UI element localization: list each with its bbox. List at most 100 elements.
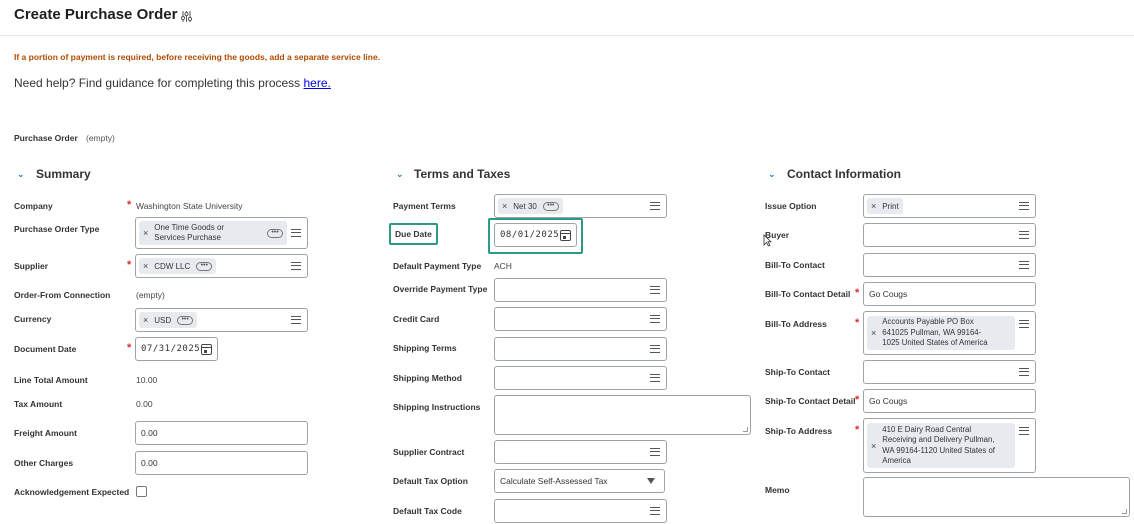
list-icon[interactable] [1019,320,1029,328]
default-payment-type-label: Default Payment Type [393,261,482,271]
more-options-icon[interactable]: ••• [196,261,213,271]
issue-option-pill: × Print [867,198,903,214]
bill-to-address-label: Bill-To Address [765,319,827,329]
list-icon[interactable] [291,229,301,237]
list-icon[interactable] [1019,368,1029,376]
required-marker: * [855,317,860,329]
list-icon[interactable] [650,286,660,294]
credit-card-field[interactable] [494,307,667,331]
required-marker: * [127,199,132,211]
help-link[interactable]: here. [304,76,331,90]
override-payment-type-field[interactable] [494,278,667,302]
dropdown-caret-icon[interactable] [647,478,655,484]
other-charges-input[interactable]: 0.00 [135,451,308,475]
supplier-contract-field[interactable] [494,440,667,464]
shipping-terms-field[interactable] [494,337,667,361]
mouse-cursor-icon [763,234,772,247]
po-type-label: Purchase Order Type [14,224,100,234]
po-type-field[interactable]: × One Time Goods or Services Purchase ••• [135,217,308,249]
issue-option-field[interactable]: × Print [863,194,1036,218]
ack-label: Acknowledgement Expected [14,487,130,497]
calendar-icon[interactable] [560,230,571,241]
ship-to-address-line1: 410 E Dairy Road Central [882,424,972,434]
document-date-value: 07/31/2025 [141,344,201,354]
bill-to-address-line3: 1025 United States of America [882,338,988,348]
remove-icon[interactable]: × [871,201,876,211]
po-type-line1: One Time Goods or [154,223,225,232]
payment-terms-value: Net 30 [513,201,537,211]
remove-icon[interactable]: × [871,328,876,338]
required-marker: * [855,287,860,299]
remove-icon[interactable]: × [871,441,876,451]
help-label: Need help? Find guidance for completing … [14,76,304,90]
supplier-value: CDW LLC [154,261,191,271]
header-divider [0,35,1134,36]
required-marker: * [855,394,860,406]
required-marker: * [127,259,132,271]
ship-to-contact-detail-input[interactable]: Go Cougs [863,389,1036,413]
freight-value: 0.00 [141,428,158,438]
supplier-label: Supplier [14,261,49,271]
due-date-field[interactable]: 08/01/2025 [494,223,577,247]
tax-amount-label: Tax Amount [14,399,63,409]
list-icon[interactable] [291,316,301,324]
list-icon[interactable] [650,345,660,353]
required-marker: * [127,342,132,354]
more-options-icon[interactable]: ••• [267,228,283,238]
default-tax-option-select[interactable]: Calculate Self-Assessed Tax [494,469,665,493]
summary-collapse-icon[interactable]: ⌄ [17,169,25,180]
remove-icon[interactable]: × [143,315,148,325]
resize-handle[interactable] [1122,509,1127,514]
list-icon[interactable] [1019,261,1029,269]
list-icon[interactable] [650,507,660,515]
shipping-instructions-textarea[interactable] [494,395,751,435]
list-icon[interactable] [291,262,301,270]
list-icon[interactable] [650,315,660,323]
buyer-field[interactable] [863,223,1036,247]
default-tax-code-field[interactable] [494,499,667,523]
payment-terms-label: Payment Terms [393,201,456,211]
memo-textarea[interactable] [863,477,1130,517]
list-icon[interactable] [650,202,660,210]
list-icon[interactable] [1019,231,1029,239]
list-icon[interactable] [1019,202,1029,210]
memo-label: Memo [765,485,790,495]
bill-to-address-field[interactable]: × Accounts Payable PO Box 641025 Pullman,… [863,311,1036,355]
default-tax-code-label: Default Tax Code [393,506,462,516]
freight-input[interactable]: 0.00 [135,421,308,445]
ship-to-contact-label: Ship-To Contact [765,367,830,377]
required-marker: * [855,424,860,436]
ship-to-address-label: Ship-To Address [765,426,833,436]
more-options-icon[interactable]: ••• [177,315,194,325]
resize-handle[interactable] [743,427,748,432]
shipping-method-field[interactable] [494,366,667,390]
po-type-pill: × One Time Goods or Services Purchase ••• [139,221,287,245]
list-icon[interactable] [650,374,660,382]
currency-field[interactable]: × USD ••• [135,308,308,332]
remove-icon[interactable]: × [143,261,148,271]
remove-icon[interactable]: × [143,228,148,238]
shipping-method-label: Shipping Method [393,373,462,383]
freight-label: Freight Amount [14,428,77,438]
bill-to-contact-detail-input[interactable]: Go Cougs [863,282,1036,306]
document-date-field[interactable]: 07/31/2025 [135,337,218,361]
terms-collapse-icon[interactable]: ⌄ [396,169,404,180]
ack-checkbox[interactable] [136,486,147,497]
ship-to-contact-field[interactable] [863,360,1036,384]
ship-to-address-field[interactable]: × 410 E Dairy Road Central Receiving and … [863,418,1036,473]
calendar-icon[interactable] [201,344,212,355]
more-options-icon[interactable]: ••• [542,201,559,211]
supplier-field[interactable]: × CDW LLC ••• [135,254,308,278]
contact-collapse-icon[interactable]: ⌄ [768,169,776,180]
remove-icon[interactable]: × [502,201,507,211]
list-icon[interactable] [650,448,660,456]
list-icon[interactable] [1019,427,1029,435]
bill-to-contact-field[interactable] [863,253,1036,277]
order-from-label: Order-From Connection [14,290,111,300]
payment-terms-field[interactable]: × Net 30 ••• [494,194,667,218]
bill-to-contact-detail-value: Go Cougs [869,289,908,299]
issue-option-value: Print [882,201,899,211]
supplier-pill: × CDW LLC ••• [139,258,217,274]
sliders-icon[interactable] [180,10,193,23]
order-from-value: (empty) [136,290,165,300]
